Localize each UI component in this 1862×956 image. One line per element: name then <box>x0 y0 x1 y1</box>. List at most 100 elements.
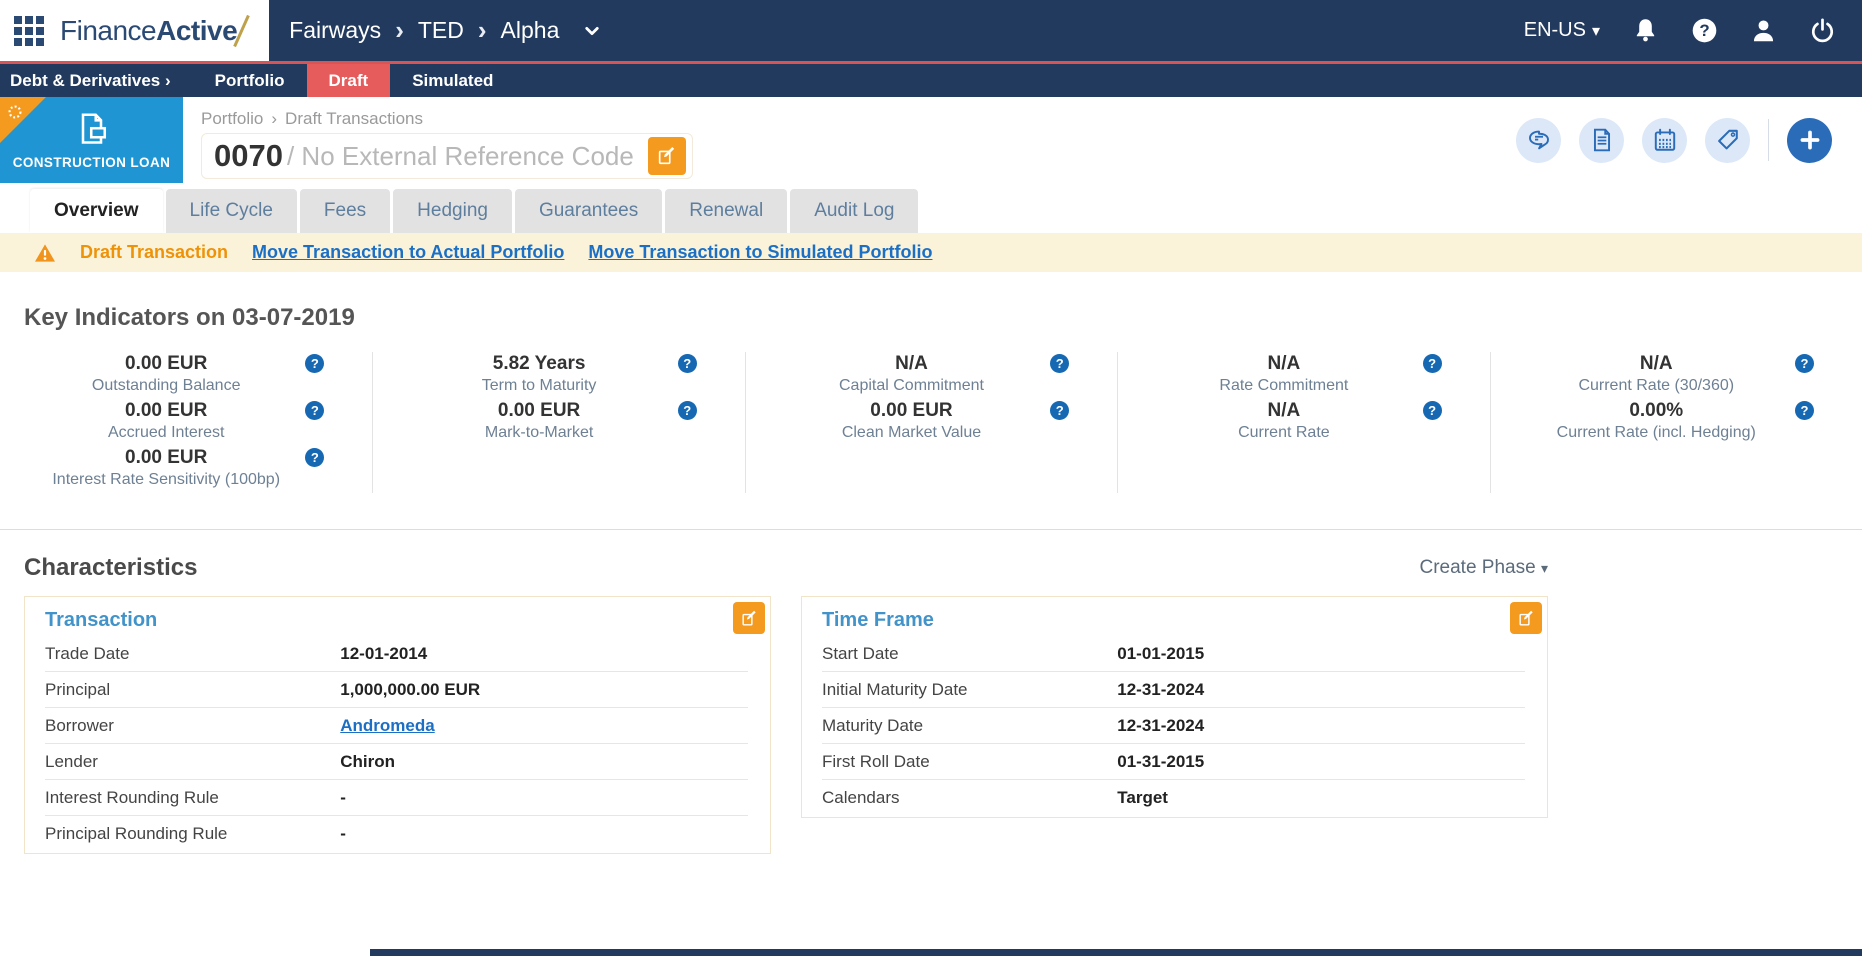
page-breadcrumb: Portfolio Draft Transactions <box>201 109 693 129</box>
tab-guarantees[interactable]: Guarantees <box>514 189 663 233</box>
ki-column-1: 0.00 EUR Outstanding Balance 0.00 EUR Ac… <box>0 352 372 493</box>
ki-value: N/A <box>895 353 928 374</box>
move-to-actual-link[interactable]: Move Transaction to Actual Portfolio <box>252 242 564 263</box>
help-icon[interactable] <box>305 448 325 467</box>
transaction-panel-title: Transaction <box>45 609 158 631</box>
tab-overview[interactable]: Overview <box>30 189 163 233</box>
table-row: Lender Chiron <box>45 744 748 780</box>
ki-outstanding-balance: 0.00 EUR Outstanding Balance <box>0 352 372 396</box>
help-icon[interactable] <box>1422 354 1442 373</box>
borrower-link[interactable]: Andromeda <box>340 716 434 736</box>
language-selector[interactable]: EN-US <box>1524 19 1600 42</box>
table-row: Principal 1,000,000.00 EUR <box>45 672 748 708</box>
add-transaction-button[interactable] <box>1787 117 1832 163</box>
table-row: Start Date 01-01-2015 <box>822 636 1525 672</box>
table-row: Principal Rounding Rule - <box>45 816 748 851</box>
language-label: EN-US <box>1523 19 1586 41</box>
row-value: - <box>340 788 346 807</box>
help-icon[interactable] <box>1794 401 1814 420</box>
chevron-down-icon[interactable] <box>583 24 601 38</box>
ki-value: 0.00 EUR <box>497 400 581 421</box>
help-icon[interactable] <box>1422 401 1442 420</box>
app-launcher-icon[interactable] <box>14 15 44 46</box>
ki-label: Clean Market Value <box>841 424 982 441</box>
comments-icon[interactable] <box>1516 117 1561 163</box>
row-label: Maturity Date <box>822 716 924 735</box>
row-label: Calendars <box>822 788 900 807</box>
tag-icon[interactable] <box>1705 117 1750 163</box>
row-value: 01-01-2015 <box>1117 644 1205 663</box>
transaction-header: CONSTRUCTION LOAN Portfolio Draft Transa… <box>0 97 1862 183</box>
move-to-simulated-link[interactable]: Move Transaction to Simulated Portfolio <box>588 242 932 263</box>
tab-fees[interactable]: Fees <box>299 189 391 233</box>
ki-value: 0.00 EUR <box>125 353 208 374</box>
nav-item-portfolio[interactable]: Portfolio <box>193 64 307 97</box>
construction-loan-badge: CONSTRUCTION LOAN <box>0 97 183 183</box>
nav-item-simulated[interactable]: Simulated <box>390 64 515 97</box>
gear-icon <box>8 105 22 119</box>
ki-label: Accrued Interest <box>107 424 225 441</box>
row-value: 1,000,000.00 EUR <box>340 680 481 699</box>
row-value: 01-31-2015 <box>1117 752 1205 771</box>
edit-time-frame-button[interactable] <box>1510 602 1542 634</box>
breadcrumb-fairways[interactable]: Fairways <box>289 17 381 44</box>
help-icon[interactable] <box>1050 401 1070 420</box>
help-icon[interactable] <box>305 401 325 420</box>
module-navigation-bar: Debt & Derivatives › Portfolio Draft Sim… <box>0 61 1862 97</box>
help-icon[interactable] <box>1794 354 1814 373</box>
ki-value: 0.00 EUR <box>125 447 208 468</box>
help-icon[interactable]: ? <box>1691 17 1718 44</box>
topbar-actions: EN-US ? <box>1524 0 1862 61</box>
table-row: Calendars Target <box>822 780 1525 815</box>
help-icon[interactable] <box>1050 354 1070 373</box>
ki-accrued-interest: 0.00 EUR Accrued Interest <box>0 399 372 443</box>
ki-label: Current Rate (30/360) <box>1578 377 1735 394</box>
tab-audit-log[interactable]: Audit Log <box>790 189 919 233</box>
breadcrumb-portfolio[interactable]: Portfolio <box>201 109 263 129</box>
edit-reference-button[interactable] <box>647 137 686 175</box>
calendar-icon[interactable] <box>1642 117 1687 163</box>
breadcrumb-ted[interactable]: TED <box>418 17 464 44</box>
bottom-section-edge <box>370 949 1862 956</box>
ki-column-4: N/A Rate Commitment N/A Current Rate <box>1117 352 1489 493</box>
ki-column-2: 5.82 Years Term to Maturity 0.00 EUR Mar… <box>372 352 744 493</box>
ki-value: N/A <box>1267 353 1301 374</box>
help-icon[interactable] <box>677 354 697 373</box>
tab-bar: Overview Life Cycle Fees Hedging Guarant… <box>0 183 1862 233</box>
row-value: Target <box>1117 788 1168 807</box>
power-logout-icon[interactable] <box>1809 17 1836 44</box>
edit-transaction-button[interactable] <box>733 602 765 634</box>
ki-current-rate-30-360: N/A Current Rate (30/360) <box>1491 352 1862 396</box>
header-main: Portfolio Draft Transactions 0070 / No E… <box>183 97 693 183</box>
brand-logo[interactable]: FinanceActive <box>60 14 250 48</box>
user-profile-icon[interactable] <box>1750 17 1777 44</box>
ki-value: 0.00 EUR <box>125 400 208 421</box>
tab-renewal[interactable]: Renewal <box>665 189 788 233</box>
draft-warning-banner: Draft Transaction Move Transaction to Ac… <box>0 233 1862 272</box>
notifications-bell-icon[interactable] <box>1632 17 1659 44</box>
table-row: Maturity Date 12-31-2024 <box>822 708 1525 744</box>
breadcrumb-alpha[interactable]: Alpha <box>501 17 560 44</box>
row-label: Borrower <box>45 716 114 735</box>
help-icon[interactable] <box>677 401 697 420</box>
ki-label: Interest Rate Sensitivity (100bp) <box>52 471 281 488</box>
header-action-icons <box>1516 97 1862 183</box>
table-row: Interest Rounding Rule - <box>45 780 748 816</box>
table-row: First Roll Date 01-31-2015 <box>822 744 1525 780</box>
create-phase-button[interactable]: Create Phase <box>1420 557 1549 579</box>
logo-container: FinanceActive <box>0 0 270 61</box>
tab-life-cycle[interactable]: Life Cycle <box>165 189 297 233</box>
nav-item-draft[interactable]: Draft <box>306 64 391 97</box>
section-divider <box>0 529 1862 530</box>
ki-label: Rate Commitment <box>1219 377 1349 394</box>
transaction-panel: Transaction Trade Date 12-01-2014 Princi… <box>24 596 771 854</box>
breadcrumb-draft-transactions[interactable]: Draft Transactions <box>285 109 423 129</box>
characteristics-title: Characteristics <box>24 554 198 581</box>
table-row: Borrower Andromeda <box>45 708 748 744</box>
ki-mark-to-market: 0.00 EUR Mark-to-Market <box>373 399 744 443</box>
help-icon[interactable] <box>305 354 325 373</box>
tab-hedging[interactable]: Hedging <box>393 189 512 233</box>
documents-icon[interactable] <box>1579 117 1624 163</box>
ki-column-5: N/A Current Rate (30/360) 0.00% Current … <box>1489 352 1862 493</box>
nav-item-debt-derivatives[interactable]: Debt & Derivatives › <box>0 64 193 97</box>
